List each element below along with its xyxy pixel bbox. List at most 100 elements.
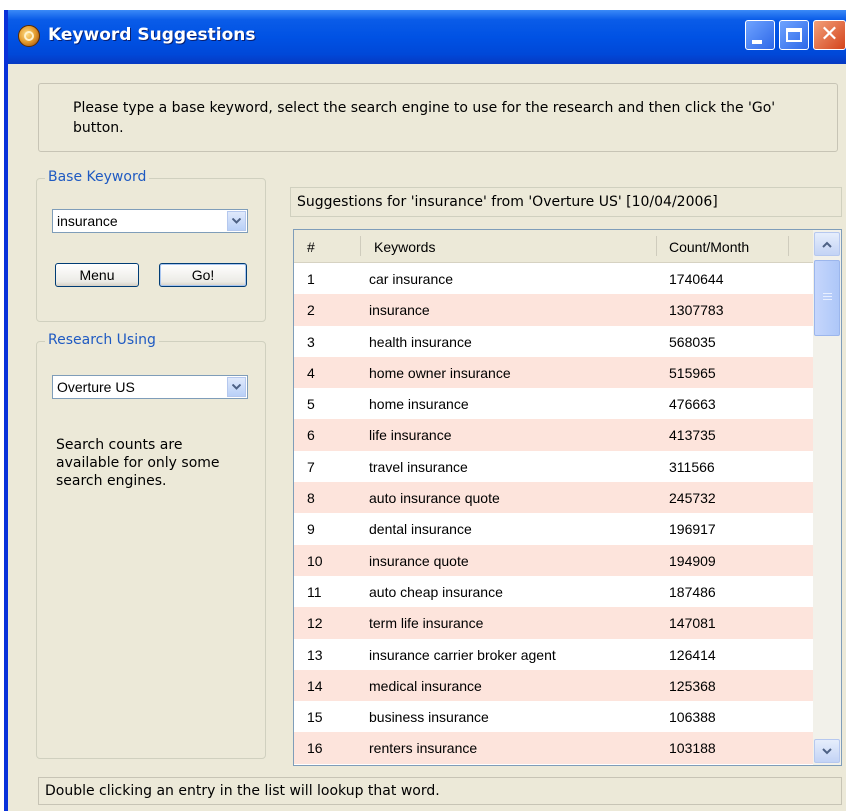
vertical-scrollbar[interactable]: [813, 230, 841, 765]
keyword-cell: travel insurance: [369, 458, 468, 475]
menu-button[interactable]: Menu: [55, 263, 139, 287]
column-divider[interactable]: [788, 236, 789, 256]
row-number: 13: [307, 646, 323, 663]
minimize-button[interactable]: [745, 20, 775, 50]
table-row[interactable]: 16 renters insurance 103188: [294, 732, 813, 764]
count-cell: 515965: [669, 364, 716, 381]
instructions-box: Please type a base keyword, select the s…: [38, 83, 838, 152]
column-divider[interactable]: [656, 236, 657, 256]
suggestions-table[interactable]: # Keywords Count/Month 1 car insurance 174…: [293, 229, 842, 766]
search-engine-value: Overture US: [57, 379, 135, 395]
table-row[interactable]: 4 home owner insurance 515965: [294, 356, 813, 389]
row-number: 4: [307, 364, 315, 381]
row-number: 12: [307, 615, 323, 632]
table-row[interactable]: 9 dental insurance 196917: [294, 513, 813, 545]
count-cell: 196917: [669, 521, 716, 538]
keyword-cell: insurance: [369, 302, 430, 319]
table-row[interactable]: 7 travel insurance 311566: [294, 450, 813, 483]
count-cell: 125368: [669, 677, 716, 694]
keyword-cell: business insurance: [369, 709, 489, 726]
count-cell: 106388: [669, 709, 716, 726]
column-header-keywords[interactable]: Keywords: [374, 239, 435, 255]
keyword-cell: life insurance: [369, 427, 452, 444]
keyword-cell: car insurance: [369, 271, 454, 287]
row-number: 7: [307, 458, 315, 475]
keyword-cell: health insurance: [369, 333, 472, 350]
keyword-cell: dental insurance: [369, 521, 472, 538]
count-cell: 103188: [669, 740, 716, 757]
table-row[interactable]: 6 life insurance 413735: [294, 419, 813, 451]
base-keyword-combo[interactable]: insurance: [52, 209, 248, 233]
table-row[interactable]: 11 auto cheap insurance 187486: [294, 575, 813, 608]
base-keyword-label: Base Keyword: [45, 169, 150, 185]
column-divider[interactable]: [360, 236, 361, 256]
suggestions-header-text: Suggestions for 'insurance' from 'Overtu…: [297, 194, 718, 210]
chevron-up-icon: [822, 241, 832, 248]
go-button[interactable]: Go!: [159, 263, 247, 287]
grip-line: [823, 296, 832, 297]
grip-line: [823, 299, 832, 300]
row-number: 1: [307, 271, 315, 287]
row-number: 3: [307, 333, 315, 350]
table-row[interactable]: 10 insurance quote 194909: [294, 544, 813, 576]
window-title: Keyword Suggestions: [48, 25, 256, 45]
row-number: 16: [307, 740, 323, 757]
table-row[interactable]: 13 insurance carrier broker agent 126414: [294, 638, 813, 670]
keyword-cell: home owner insurance: [369, 364, 511, 381]
status-bar: Double clicking an entry in the list wil…: [38, 777, 842, 805]
title-bar[interactable]: Keyword Suggestions ✕: [8, 10, 846, 64]
keyword-cell: insurance carrier broker agent: [369, 646, 556, 663]
count-cell: 476663: [669, 396, 716, 413]
search-engine-combo[interactable]: Overture US: [52, 375, 248, 399]
maximize-icon: [786, 28, 802, 42]
table-body: 1 car insurance 1740644 2 insurance 1307783 3 h…: [294, 263, 813, 764]
count-cell: 187486: [669, 583, 716, 600]
scroll-up-button[interactable]: [814, 232, 840, 256]
status-text: Double clicking an entry in the list wil…: [45, 783, 440, 799]
column-header-count[interactable]: Count/Month: [669, 239, 749, 255]
table-row[interactable]: 2 insurance 1307783: [294, 294, 813, 326]
count-cell: 568035: [669, 333, 716, 350]
table-row[interactable]: 3 health insurance 568035: [294, 325, 813, 357]
close-button[interactable]: ✕: [813, 20, 846, 50]
base-keyword-group: Base Keyword insurance Menu Go!: [36, 169, 266, 322]
count-cell: 194909: [669, 552, 716, 569]
chevron-down-icon: [822, 747, 832, 754]
row-number: 6: [307, 427, 315, 444]
grip-line: [823, 293, 832, 294]
keyword-cell: term life insurance: [369, 615, 484, 632]
table-row[interactable]: 5 home insurance 476663: [294, 388, 813, 420]
row-number: 10: [307, 552, 323, 569]
table-row[interactable]: 12 term life insurance 147081: [294, 607, 813, 639]
research-using-label: Research Using: [45, 332, 159, 348]
count-cell: 1740644: [669, 271, 724, 287]
count-cell: 245732: [669, 490, 716, 507]
scroll-down-button[interactable]: [814, 739, 840, 763]
table-row[interactable]: 1 car insurance 1740644: [294, 263, 813, 295]
close-icon: ✕: [820, 22, 839, 47]
row-number: 14: [307, 677, 323, 694]
app-icon: [18, 25, 40, 47]
keyword-suggestions-window: Keyword Suggestions ✕ Please type a base…: [4, 10, 846, 811]
table-row[interactable]: 8 auto insurance quote 245732: [294, 482, 813, 514]
table-row[interactable]: 14 medical insurance 125368: [294, 669, 813, 702]
row-number: 2: [307, 302, 315, 319]
row-number: 11: [307, 583, 322, 600]
maximize-button[interactable]: [779, 20, 809, 50]
chevron-down-icon[interactable]: [227, 377, 246, 397]
search-counts-note: Search counts are available for only som…: [56, 437, 220, 489]
keyword-cell: insurance quote: [369, 552, 469, 569]
count-cell: 147081: [669, 615, 716, 632]
suggestions-header: Suggestions for 'insurance' from 'Overtu…: [290, 187, 842, 217]
row-number: 15: [307, 709, 323, 726]
count-cell: 1307783: [669, 302, 724, 319]
column-header-number[interactable]: #: [307, 239, 315, 255]
minimize-icon: [752, 40, 762, 44]
scroll-thumb[interactable]: [814, 260, 840, 336]
count-cell: 311566: [669, 458, 715, 475]
research-using-group: Research Using Overture US Search counts…: [36, 332, 266, 759]
row-number: 8: [307, 490, 315, 507]
table-row[interactable]: 15 business insurance 106388: [294, 701, 813, 733]
chevron-down-icon[interactable]: [227, 211, 246, 231]
instructions-text: Please type a base keyword, select the s…: [73, 100, 776, 136]
